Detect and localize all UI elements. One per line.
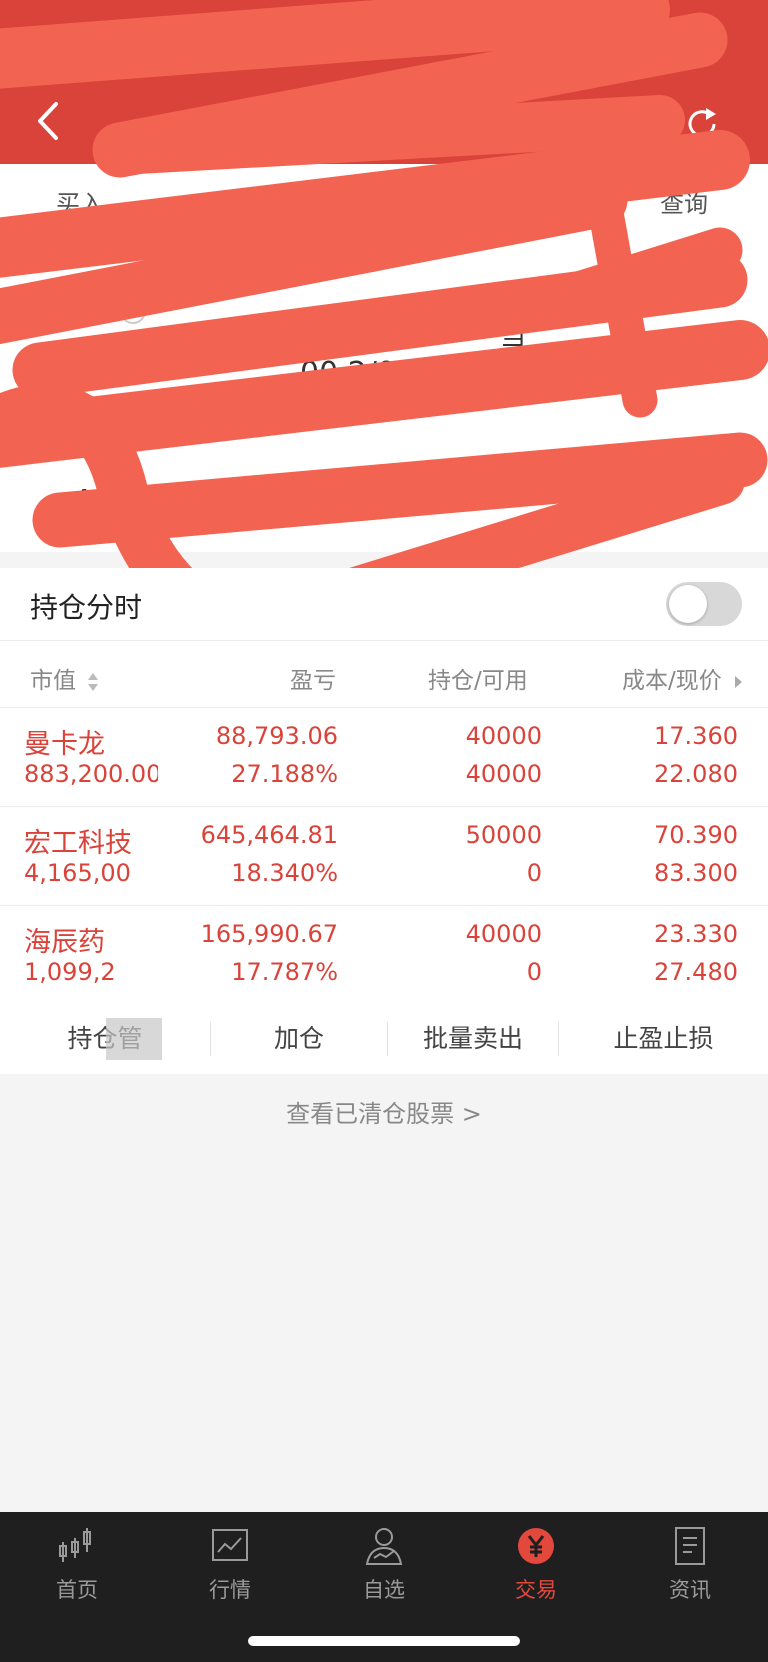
add-position-button[interactable]: 加仓 [211, 1004, 387, 1074]
redaction-mask [138, 807, 196, 905]
available-qty: 0 [526, 859, 542, 887]
profit-amount: 645,464.81 [200, 821, 338, 849]
current-price: 27.480 [654, 958, 738, 986]
stop-profit-loss-button[interactable]: 止盈止损 [559, 1004, 768, 1074]
nav-market-label: 行情 [209, 1578, 251, 1602]
nav-watchlist-label: 自选 [363, 1578, 405, 1602]
refresh-icon[interactable] [682, 104, 722, 144]
nav-news-label: 资讯 [669, 1578, 711, 1602]
battery-icon [656, 35, 707, 57]
info-icon[interactable] [118, 296, 148, 326]
share-icon[interactable] [606, 104, 646, 144]
available-qty: 0 [526, 958, 542, 986]
redaction-mask [158, 708, 206, 806]
nav-watchlist[interactable]: 自选 [324, 1524, 444, 1604]
stock-name: 宏工科技 [24, 828, 132, 859]
cost-price: 70.390 [654, 821, 738, 849]
chart-icon [212, 1529, 248, 1561]
table-row[interactable]: 曼卡龙 883,200.00 88,793.06 27.188% 40000 4… [0, 708, 768, 807]
redaction-mask [118, 906, 166, 1004]
profit-percent: 27.188% [231, 760, 338, 788]
person-chart-icon [365, 1528, 403, 1565]
cost-price: 23.330 [654, 920, 738, 948]
profit-percent: 17.787% [231, 958, 338, 986]
candlestick-icon [59, 1528, 91, 1562]
caret-down-icon[interactable] [460, 113, 484, 131]
available-qty: 40000 [465, 760, 542, 788]
batch-sell-button[interactable]: 批量卖出 [388, 1004, 558, 1074]
stock-name: 曼卡龙 [24, 729, 105, 760]
manage-positions-button[interactable]: 持仓管 [0, 1004, 210, 1074]
tab-query[interactable]: 查询 [660, 184, 708, 219]
market-value: 4,165,00 [24, 859, 131, 887]
view-cleared-stocks-link[interactable]: 查看已清仓股票 > [0, 1094, 768, 1129]
active-tab-indicator [456, 226, 566, 230]
nav-news[interactable]: 资讯 [630, 1524, 750, 1604]
chevron-left-icon[interactable] [32, 98, 68, 144]
tab-positions[interactable]: 持仓 [486, 184, 534, 219]
tab-buy[interactable]: 买入 [56, 184, 104, 219]
trade-tabs: 买入 卖出 持仓 查询 [0, 164, 768, 235]
summary-value: 4 [72, 484, 92, 519]
home-indicator [248, 1636, 520, 1646]
intraday-position-row: 持仓分时 [0, 568, 768, 641]
positions-table-header: 市值 盈亏 持仓/可用 成本/现价 [0, 641, 768, 708]
table-row[interactable]: 宏工科技 4,165,00 645,464.81 18.340% 50000 0… [0, 807, 768, 906]
nav-market[interactable]: 行情 [170, 1524, 290, 1604]
current-price: 22.080 [654, 760, 738, 788]
header-cost-price[interactable]: 成本/现价 [622, 661, 743, 695]
header-market-value-label: 市值 [30, 668, 76, 694]
yen-icon [518, 1528, 554, 1564]
stock-name: 海辰药 [24, 927, 105, 958]
app-header: g [0, 0, 768, 164]
profit-amount: 88,793.06 [215, 722, 338, 750]
account-title[interactable]: g [370, 110, 388, 143]
table-row[interactable]: 海辰药 1,099,2 165,990.67 17.787% 40000 0 2… [0, 906, 768, 1005]
intraday-position-toggle[interactable] [666, 582, 742, 626]
current-price: 83.300 [654, 859, 738, 887]
position-qty: 40000 [465, 920, 542, 948]
market-value: 1,099,2 [24, 958, 116, 986]
sort-icon[interactable] [87, 671, 99, 693]
nav-trade[interactable]: 交易 [476, 1524, 596, 1604]
total-asset-value: 00,2/0 [300, 356, 396, 391]
toggle-knob [669, 585, 707, 623]
profit-amount: 165,990.67 [200, 920, 338, 948]
market-value: 883,200.00 [24, 760, 162, 788]
position-qty: 40000 [465, 722, 542, 750]
redaction-mask [106, 1018, 162, 1060]
header-position-available[interactable]: 持仓/可用 [428, 661, 528, 695]
cost-price: 17.360 [654, 722, 738, 750]
header-cost-price-label: 成本/现价 [622, 668, 722, 694]
available-label: 当 [500, 322, 527, 352]
profit-percent: 18.340% [231, 859, 338, 887]
tab-sell[interactable]: 卖出 [206, 184, 254, 219]
intraday-position-label: 持仓分时 [30, 591, 143, 624]
header-profit-loss[interactable]: 盈亏 [290, 661, 336, 695]
position-actions: 持仓管 加仓 批量卖出 止盈止损 [0, 1004, 768, 1074]
account-summary: 当 00,2/0 4 [0, 234, 768, 552]
header-market-value[interactable]: 市值 [30, 661, 99, 695]
nav-home[interactable]: 首页 [17, 1524, 137, 1604]
nav-home-label: 首页 [56, 1578, 98, 1602]
position-qty: 50000 [465, 821, 542, 849]
nav-trade-label: 交易 [515, 1578, 557, 1602]
document-icon [675, 1527, 705, 1565]
chevron-right-icon[interactable] [733, 674, 743, 690]
